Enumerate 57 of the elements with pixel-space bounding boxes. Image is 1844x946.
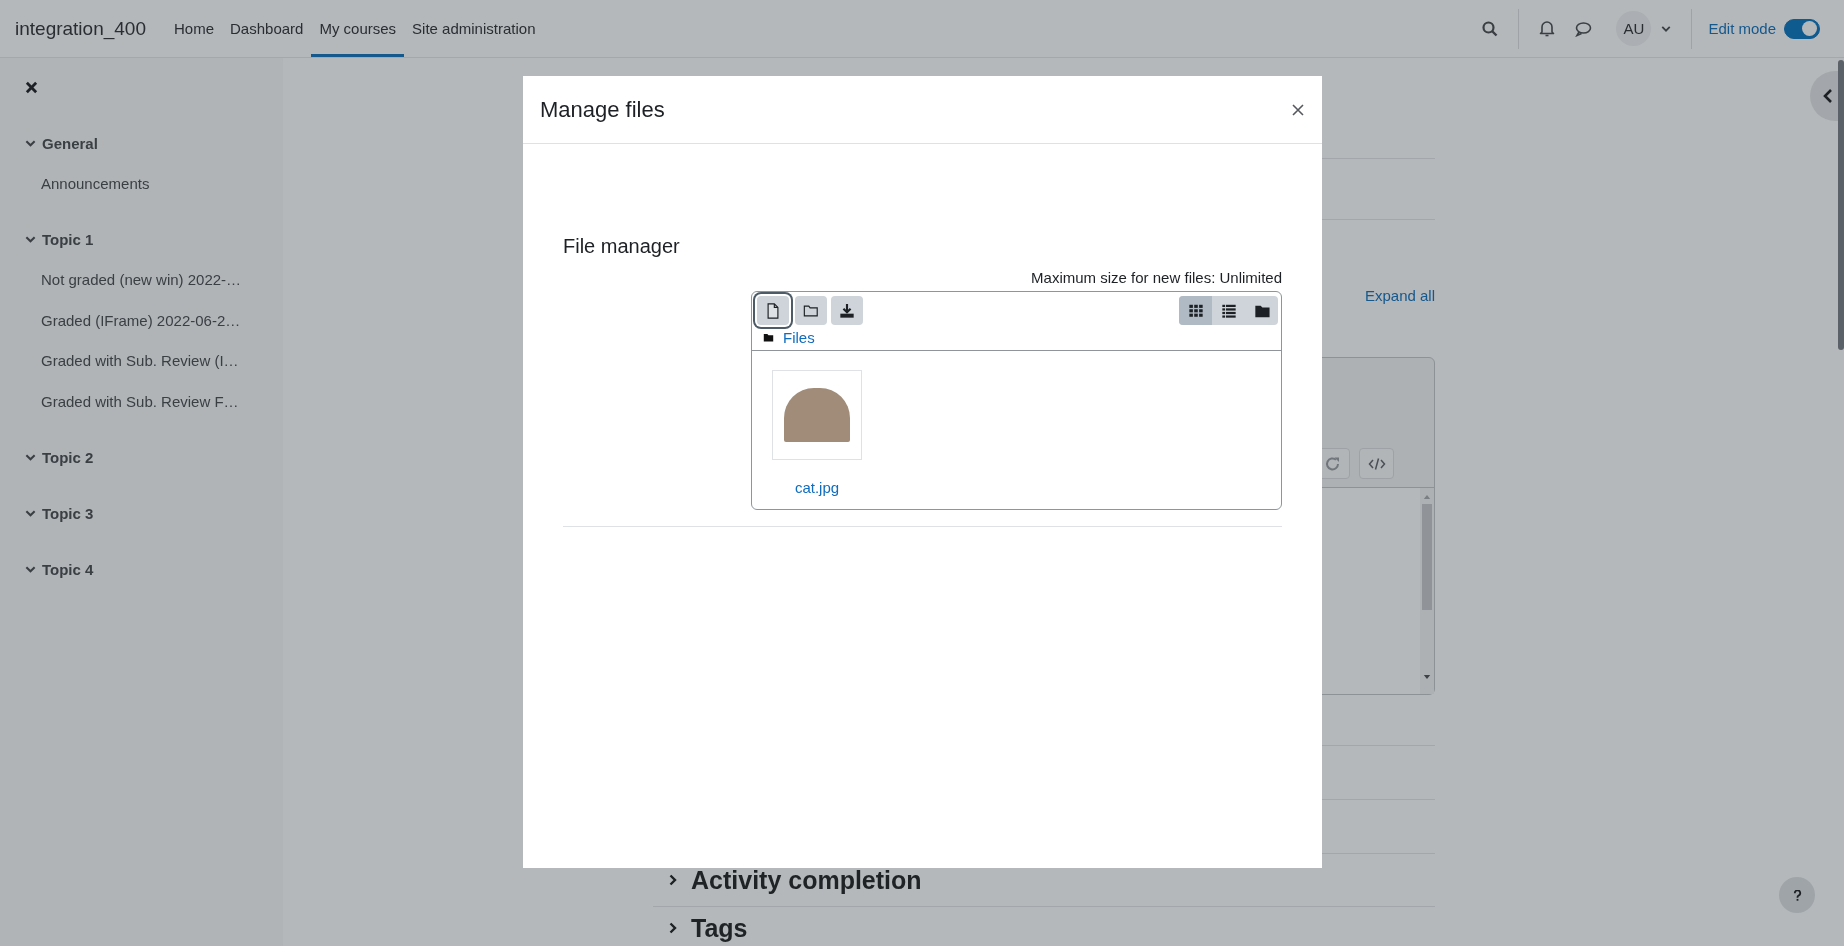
drawer-toggle-button[interactable] bbox=[1810, 71, 1838, 121]
folder-icon bbox=[763, 331, 774, 343]
chat-bubble-icon[interactable] bbox=[1575, 20, 1593, 37]
site-name-link[interactable]: integration_400 bbox=[15, 17, 146, 40]
user-avatar[interactable]: AU bbox=[1616, 11, 1652, 46]
expand-all-link[interactable]: Expand all bbox=[1364, 287, 1435, 304]
chevron-down-icon[interactable] bbox=[25, 564, 36, 575]
bell-icon[interactable] bbox=[1539, 20, 1556, 37]
activity-link[interactable]: Graded with Sub. Review (I… bbox=[41, 352, 239, 370]
section-link[interactable]: Topic 4 bbox=[42, 561, 94, 578]
create-folder-button[interactable] bbox=[795, 296, 827, 325]
folder-icon[interactable] bbox=[803, 302, 819, 319]
section-link[interactable]: Topic 3 bbox=[42, 505, 94, 522]
chevron-right-icon[interactable] bbox=[667, 874, 679, 886]
edit-mode-label: Edit mode bbox=[1708, 20, 1776, 37]
section-heading[interactable]: Tags bbox=[691, 916, 748, 940]
list-icon[interactable] bbox=[1220, 302, 1237, 319]
activity-link[interactable]: Announcements bbox=[41, 174, 150, 192]
chevron-down-icon[interactable] bbox=[25, 234, 36, 245]
scroll-down-arrow-icon[interactable] bbox=[1423, 674, 1431, 680]
download-button[interactable] bbox=[831, 296, 863, 325]
chevron-down-icon[interactable] bbox=[25, 452, 36, 463]
grid-icon[interactable] bbox=[1187, 302, 1204, 319]
file-thumbnail[interactable] bbox=[772, 370, 862, 460]
activity-link[interactable]: Not graded (new win) 2022-… bbox=[41, 271, 242, 289]
question-mark-icon[interactable] bbox=[1792, 889, 1802, 901]
breadcrumb-link[interactable]: Files bbox=[783, 328, 815, 346]
scrollbar-thumb[interactable] bbox=[1838, 60, 1844, 350]
grid-view-button[interactable] bbox=[1179, 296, 1212, 325]
max-size-note: Maximum size for new files: Unlimited bbox=[1030, 268, 1282, 288]
activity-link[interactable]: Graded (IFrame) 2022-06-2… bbox=[41, 311, 241, 329]
nav-link[interactable]: My courses bbox=[311, 3, 405, 57]
help-button[interactable] bbox=[1779, 877, 1815, 913]
download-icon[interactable] bbox=[839, 302, 855, 319]
photo-placeholder bbox=[784, 388, 850, 442]
activity-link[interactable]: Graded with Sub. Review F… bbox=[41, 392, 239, 410]
nav-link[interactable]: Site administration bbox=[404, 3, 544, 57]
chevron-left-icon[interactable] bbox=[1823, 89, 1833, 103]
section-link[interactable]: General bbox=[42, 134, 98, 152]
nav-link[interactable]: Dashboard bbox=[222, 3, 312, 57]
code-icon[interactable] bbox=[1367, 455, 1386, 472]
section-heading: File manager bbox=[563, 234, 681, 258]
search-icon[interactable] bbox=[1482, 20, 1499, 37]
section-link[interactable]: Topic 1 bbox=[42, 231, 94, 248]
section-heading[interactable]: Activity completion bbox=[691, 868, 922, 892]
chevron-right-icon[interactable] bbox=[667, 922, 679, 934]
file-name-link[interactable]: cat.jpg bbox=[794, 479, 840, 496]
chevron-down-icon[interactable] bbox=[25, 508, 36, 519]
nav-link[interactable]: Home bbox=[166, 3, 222, 57]
code-view-button[interactable] bbox=[1359, 448, 1394, 479]
close-icon[interactable] bbox=[25, 80, 38, 94]
file-icon[interactable] bbox=[765, 302, 781, 319]
scrollbar-thumb[interactable] bbox=[1422, 504, 1432, 610]
section-link[interactable]: Topic 2 bbox=[42, 449, 94, 466]
edit-mode-switch[interactable] bbox=[1784, 18, 1820, 39]
dialog-title: Manage files bbox=[540, 96, 665, 123]
close-icon[interactable] bbox=[1292, 103, 1304, 116]
